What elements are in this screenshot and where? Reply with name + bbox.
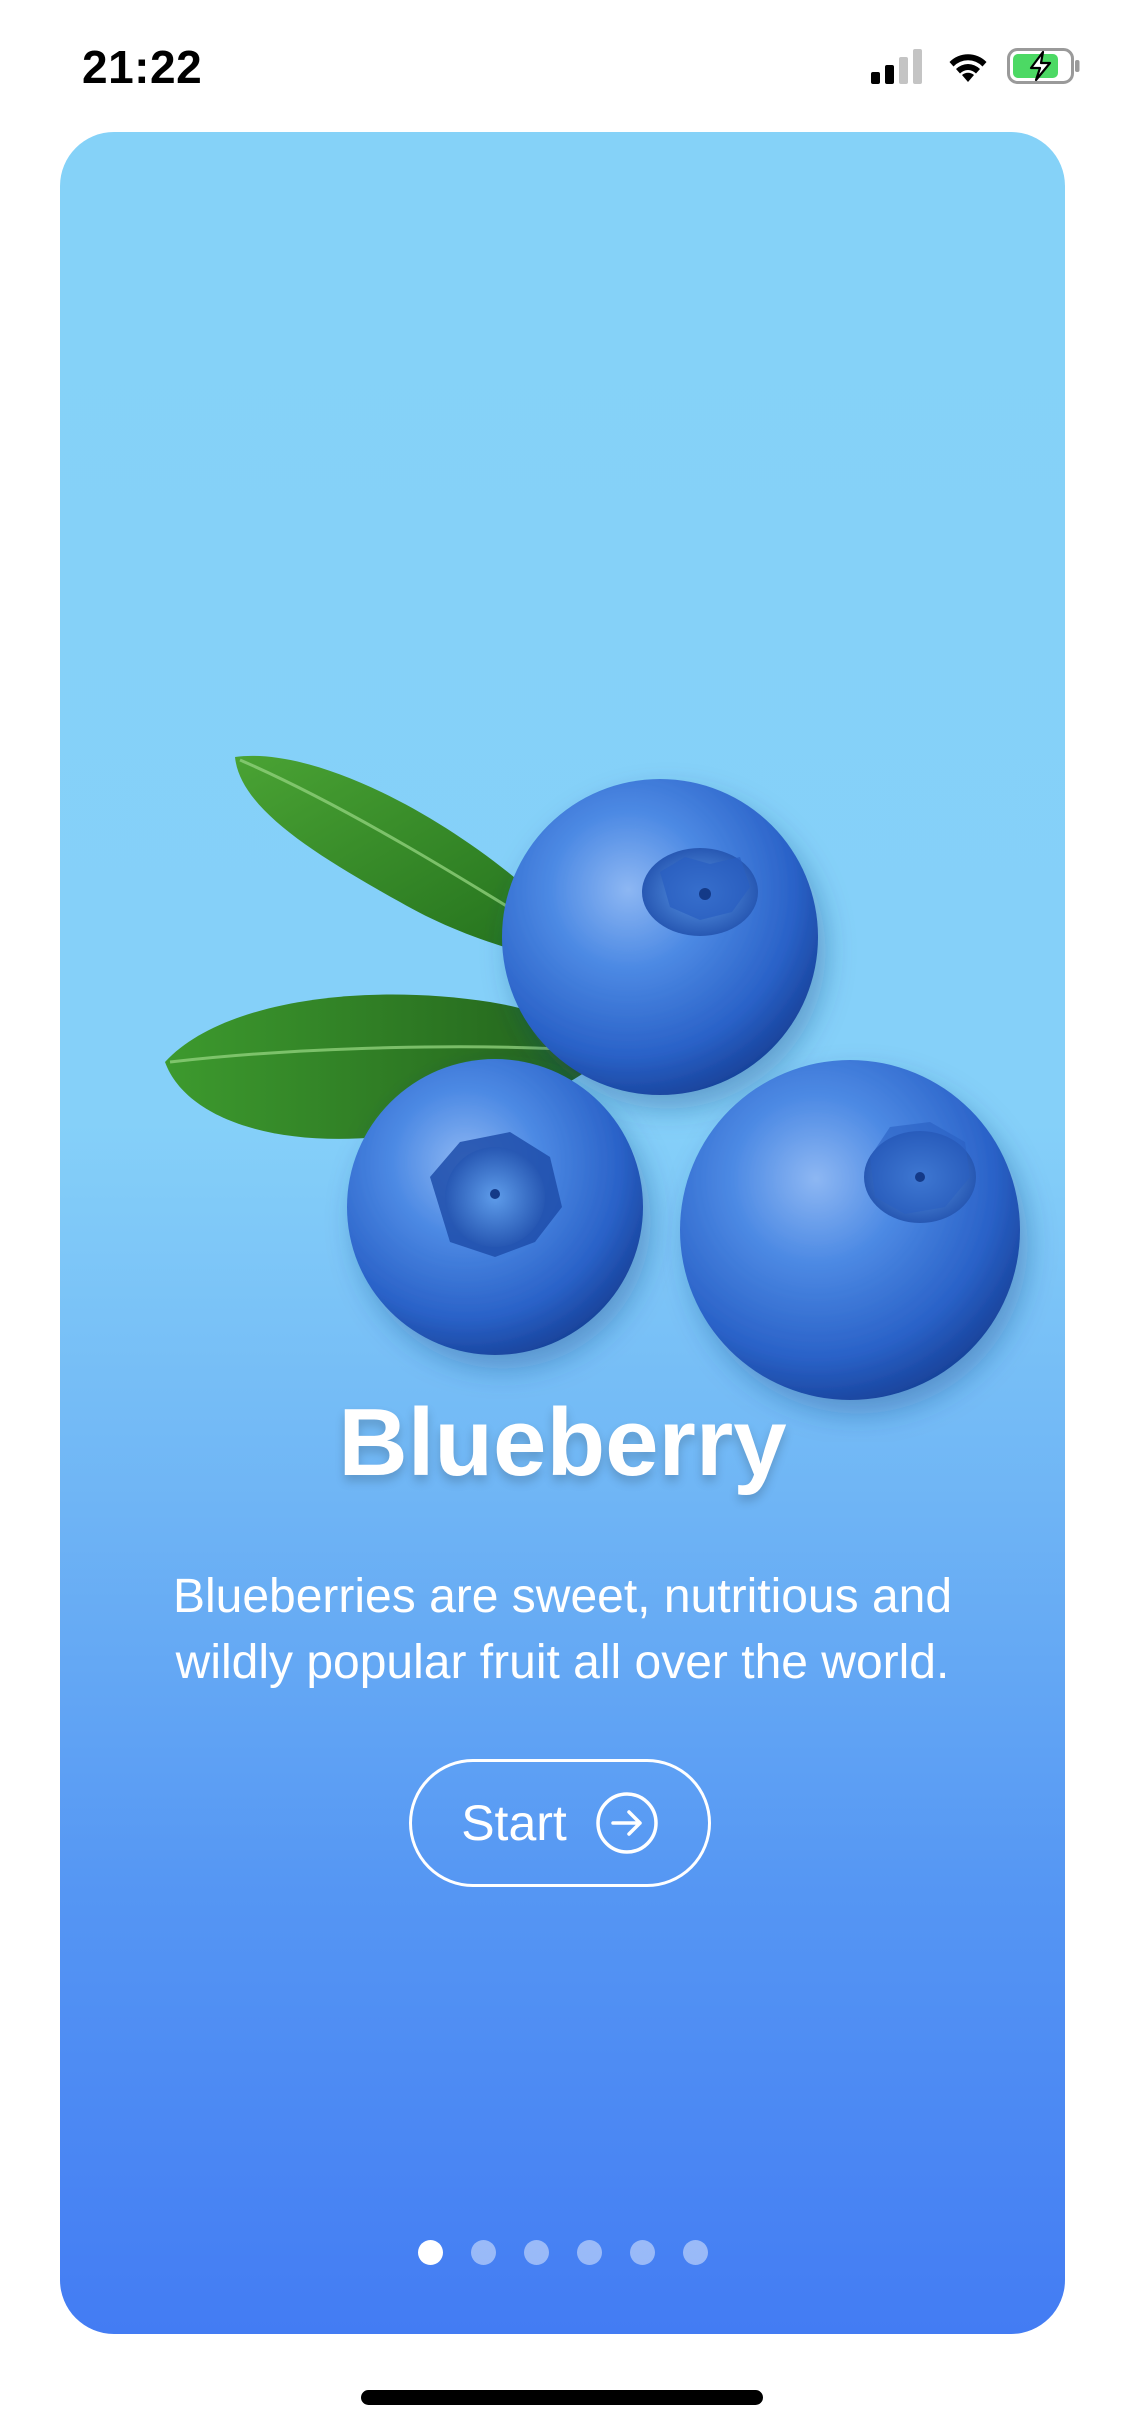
berry-right [680, 1060, 1020, 1400]
battery-charging-icon [1007, 47, 1081, 89]
status-icons [871, 47, 1081, 89]
blueberry-illustration [165, 755, 1020, 1400]
status-time: 21:22 [82, 41, 203, 93]
status-bar: 21:22 [0, 0, 1125, 132]
page-dot-4[interactable] [576, 2240, 602, 2265]
fruit-title: Blueberry [338, 1389, 787, 1496]
start-button-label: Start [461, 1795, 567, 1851]
page-dot-1[interactable] [417, 2240, 443, 2265]
page-dot-2[interactable] [470, 2240, 496, 2265]
wifi-icon [945, 48, 991, 89]
start-button[interactable]: Start [409, 1759, 711, 1887]
page-dot-6[interactable] [682, 2240, 708, 2265]
page-indicator [60, 2240, 1065, 2265]
berry-top [502, 779, 818, 1095]
arrow-right-circle-icon [596, 1792, 658, 1854]
home-indicator[interactable] [361, 2390, 763, 2405]
onboarding-card: Blueberry Blueberries are sweet, nutriti… [60, 132, 1065, 2334]
page-dot-3[interactable] [523, 2240, 549, 2265]
fruit-description: Blueberries are sweet, nutritious and wi… [172, 1570, 953, 1689]
cellular-signal-icon [871, 48, 929, 89]
page-dot-5[interactable] [629, 2240, 655, 2265]
